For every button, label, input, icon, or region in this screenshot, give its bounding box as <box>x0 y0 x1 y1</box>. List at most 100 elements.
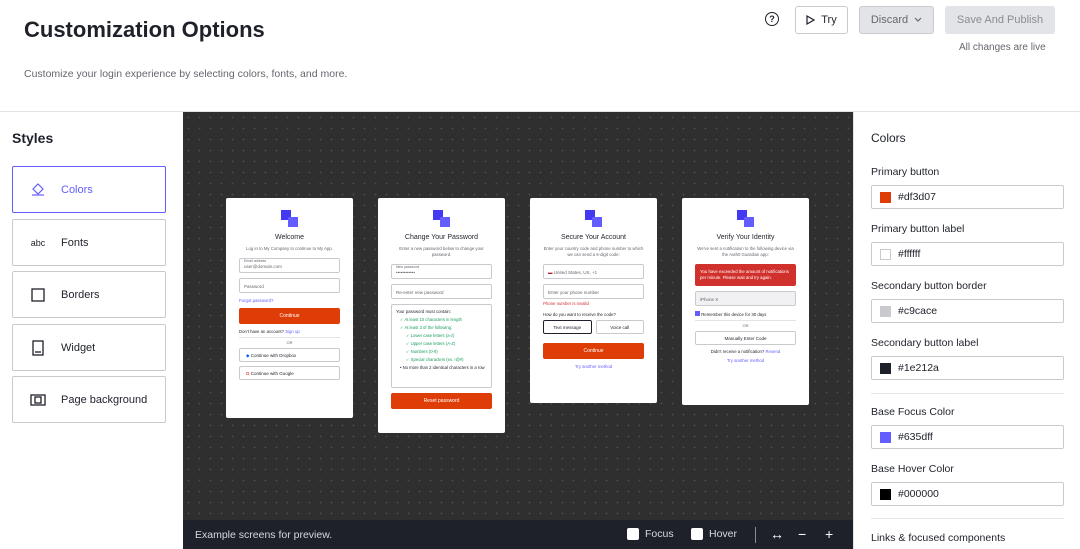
style-item-fonts[interactable]: abc Fonts <box>12 219 166 266</box>
email-label: Email address <box>244 259 267 264</box>
preview-note: Example screens for preview. <box>195 529 333 541</box>
primary-button-label-label: Primary button label <box>871 223 965 235</box>
card-description: Log in to My Company to continue to My A… <box>246 246 333 251</box>
color-swatch[interactable] <box>880 248 891 260</box>
color-value: #df3d07 <box>898 191 936 203</box>
focus-toggle[interactable]: Focus <box>627 528 674 540</box>
style-item-label: Borders <box>61 288 100 301</box>
color-swatch[interactable] <box>880 362 891 374</box>
new-password-label: New password <box>396 265 419 270</box>
signup-link: Sign up <box>285 329 300 335</box>
card-title: Verify Your Identity <box>716 234 775 241</box>
dropbox-button: ◆ Continue with Dropbox <box>239 348 340 363</box>
play-icon <box>806 15 816 25</box>
styles-panel: Styles Colors abc Fonts Borders Widget P… <box>0 112 183 549</box>
resend-prefix: Didn't receive a notification? <box>710 349 765 355</box>
remember-device: Remember this device for 30 days <box>695 311 796 317</box>
phone-field: Enter your phone number <box>543 284 644 300</box>
styles-heading: Styles <box>12 130 54 146</box>
reenter-placeholder: Re-enter new password <box>396 290 444 296</box>
voice-call-option: Voice call <box>595 320 644 335</box>
card-title: Change Your Password <box>404 234 479 241</box>
card-description: We've sent a notification to the followi… <box>697 246 794 258</box>
style-item-page-background[interactable]: Page background <box>12 376 166 423</box>
colors-heading: Colors <box>871 131 906 145</box>
discard-label: Discard <box>870 14 909 26</box>
zoom-out-icon[interactable]: − <box>798 526 806 542</box>
remember-label: Remember this device for 30 days <box>701 312 767 318</box>
preview-canvas: Welcome Log in to My Company to continue… <box>183 112 853 549</box>
style-item-borders[interactable]: Borders <box>12 271 166 318</box>
card-title: Welcome <box>274 234 305 241</box>
secondary-button-label-color-input[interactable]: #1e212a <box>871 356 1064 380</box>
receive-question: How do you want to receive the code? <box>543 312 616 318</box>
rule-item: ✓ Special characters (ex. !@#) <box>406 357 464 363</box>
base-hover-color-input[interactable]: #000000 <box>871 482 1064 506</box>
rule-item: ✓ Lower case letters (a-z) <box>406 333 455 339</box>
country-select: ▬ United States, US, +1 <box>543 264 644 280</box>
base-focus-color-label: Base Focus Color <box>871 406 955 418</box>
card-title: Secure Your Account <box>561 234 626 241</box>
method-options: Text message Voice call <box>543 320 644 338</box>
base-focus-color-input[interactable]: #635dff <box>871 425 1064 449</box>
style-item-label: Page background <box>61 393 148 406</box>
password-placeholder: Password <box>244 284 264 290</box>
signup-prefix: Don't have an account? <box>239 329 285 335</box>
reenter-password-field: Re-enter new password <box>391 284 492 300</box>
preview-card-welcome: Welcome Log in to My Company to continue… <box>226 198 353 418</box>
device-value: iPhone X <box>700 297 719 303</box>
google-button: G Continue with Google <box>239 366 340 381</box>
us-flag-icon: ▬ <box>548 270 553 276</box>
page-subtitle: Customize your login experience by selec… <box>24 68 348 80</box>
primary-button-label: Primary button <box>871 166 940 178</box>
abc-icon: abc <box>30 237 46 248</box>
secondary-button-label-label: Secondary button label <box>871 337 979 349</box>
discard-button[interactable]: Discard <box>859 6 934 34</box>
live-status-note: All changes are live <box>959 42 1046 53</box>
secondary-button-border-color-input[interactable]: #c9cace <box>871 299 1064 323</box>
help-icon[interactable]: ? <box>765 12 779 26</box>
color-swatch[interactable] <box>880 488 891 500</box>
brand-logo <box>432 210 451 228</box>
primary-button-label-color-input[interactable]: #ffffff <box>871 242 1064 266</box>
phone-error: Phone number is invalid <box>543 301 589 307</box>
color-swatch[interactable] <box>880 305 891 317</box>
style-item-colors[interactable]: Colors <box>12 166 166 213</box>
color-swatch[interactable] <box>880 191 891 203</box>
hover-label: Hover <box>709 528 738 540</box>
hover-checkbox[interactable] <box>691 528 703 540</box>
card-description: Enter a new password below to change you… <box>399 246 484 258</box>
fit-width-icon[interactable]: ↔ <box>770 526 784 542</box>
preview-card-change-password: Change Your Password Enter a new passwor… <box>378 198 505 433</box>
style-item-widget[interactable]: Widget <box>12 324 166 371</box>
primary-button-color-input[interactable]: #df3d07 <box>871 185 1064 209</box>
hover-toggle[interactable]: Hover <box>691 528 737 540</box>
widget-icon <box>29 339 47 356</box>
brand-logo <box>584 210 603 228</box>
section-divider <box>871 518 1064 519</box>
save-and-publish-button[interactable]: Save And Publish <box>945 6 1055 34</box>
style-item-label: Widget <box>61 341 96 354</box>
toolbar-divider <box>755 527 756 543</box>
card-description: Enter your country code and phone number… <box>543 246 644 258</box>
dropbox-label: Continue with Dropbox <box>250 353 297 359</box>
try-button[interactable]: Try <box>795 6 848 34</box>
email-field: Email address user@domain.com <box>239 258 340 274</box>
rules-heading: Your password must contain: <box>396 309 452 315</box>
brand-logo <box>280 210 299 228</box>
password-rules: Your password must contain: ✓ At least 1… <box>391 304 492 389</box>
text-message-option: Text message <box>543 320 592 335</box>
try-label: Try <box>821 14 837 26</box>
try-another-method-link: Try another method <box>726 358 765 364</box>
base-hover-color-label: Base Hover Color <box>871 463 954 475</box>
paint-bucket-icon <box>29 182 47 197</box>
links-focused-heading: Links & focused components <box>871 532 1006 544</box>
color-swatch[interactable] <box>880 431 891 443</box>
focus-checkbox[interactable] <box>627 528 639 540</box>
rule-item: ✓ Upper case letters (A-Z) <box>406 341 456 347</box>
color-value: #1e212a <box>898 362 939 374</box>
color-value: #635dff <box>898 431 933 443</box>
zoom-in-icon[interactable]: + <box>825 526 833 542</box>
dropbox-icon: ◆ <box>246 353 250 359</box>
checkbox-icon <box>695 311 700 317</box>
